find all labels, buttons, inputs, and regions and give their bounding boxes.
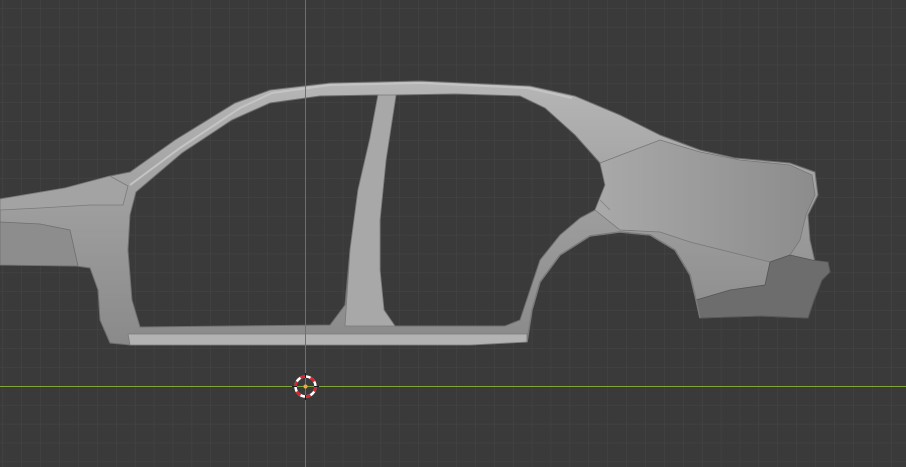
rear-quarter-panel [594,139,816,263]
rocker-sill [127,333,528,346]
3d-cursor-icon[interactable] [292,373,319,400]
car-body-mesh[interactable] [0,0,906,467]
b-pillar [344,94,397,327]
x-axis-line [0,386,906,387]
3d-viewport[interactable] [0,0,906,467]
front-fender [0,175,129,211]
origin-icon [303,384,308,389]
